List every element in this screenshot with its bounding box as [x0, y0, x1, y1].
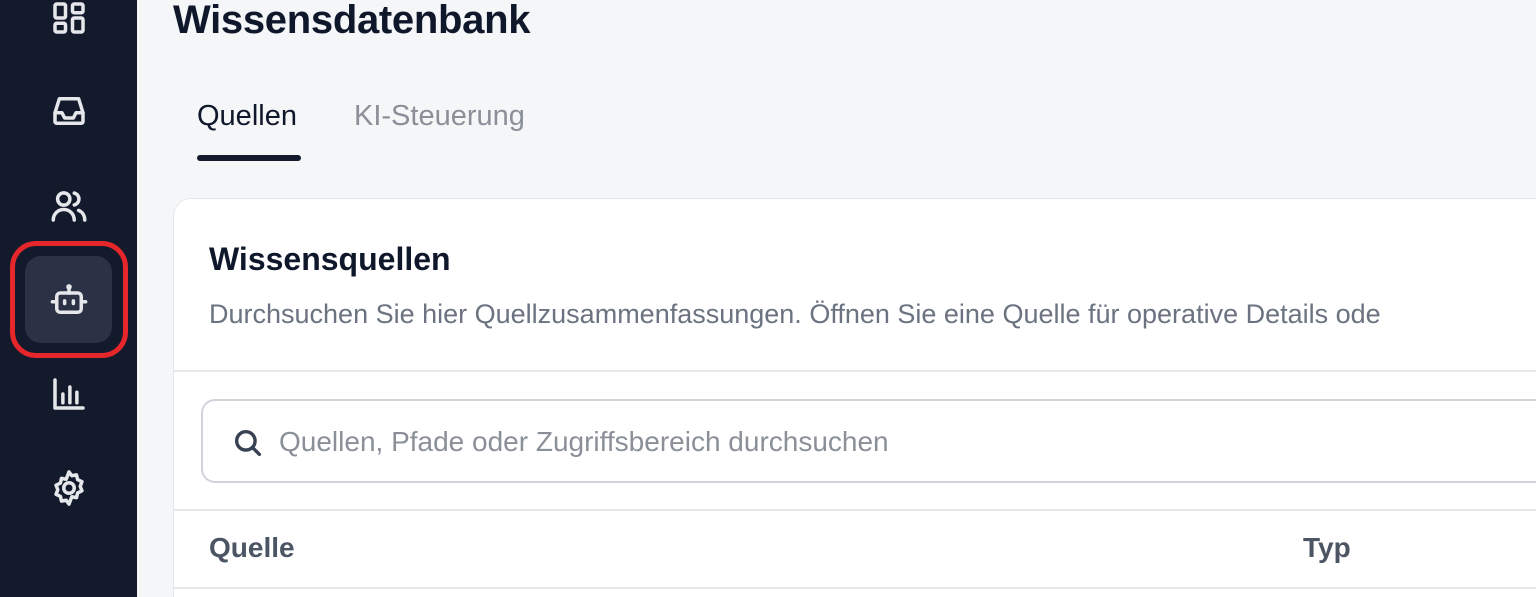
search-input[interactable]	[279, 419, 1479, 465]
users-icon	[51, 190, 86, 222]
column-header-type[interactable]: Typ	[1303, 532, 1351, 564]
sources-card: Wissensquellen Durchsuchen Sie hier Quel…	[173, 198, 1536, 597]
divider	[174, 587, 1536, 589]
search-box	[201, 399, 1536, 483]
sidebar-item-analytics[interactable]	[25, 350, 112, 437]
sidebar-item-users[interactable]	[25, 162, 112, 249]
card-title: Wissensquellen	[209, 241, 451, 277]
sidebar-item-settings[interactable]	[25, 444, 112, 531]
sidebar-item-inbox[interactable]	[25, 67, 112, 154]
gear-icon	[53, 469, 84, 506]
bar-chart-icon	[52, 377, 85, 410]
divider	[174, 509, 1536, 511]
page-title: Wissensdatenbank	[173, 0, 531, 42]
dashboard-icon	[52, 1, 85, 34]
divider	[174, 370, 1536, 372]
tab-sources[interactable]: Quellen	[197, 100, 297, 145]
inbox-icon	[52, 96, 85, 125]
tab-ai-control[interactable]: KI-Steuerung	[354, 100, 525, 145]
main-content: Wissensdatenbank Quellen KI-Steuerung Wi…	[137, 0, 1536, 597]
search-icon	[234, 429, 262, 457]
column-header-source[interactable]: Quelle	[209, 532, 295, 564]
app-window: Wissensdatenbank Quellen KI-Steuerung Wi…	[0, 0, 1536, 597]
highlight-ring	[10, 241, 128, 358]
sidebar	[0, 0, 137, 597]
sidebar-item-dashboard[interactable]	[25, 0, 112, 61]
active-tab-indicator	[197, 155, 301, 161]
card-description: Durchsuchen Sie hier Quellzusammenfassun…	[209, 299, 1381, 329]
